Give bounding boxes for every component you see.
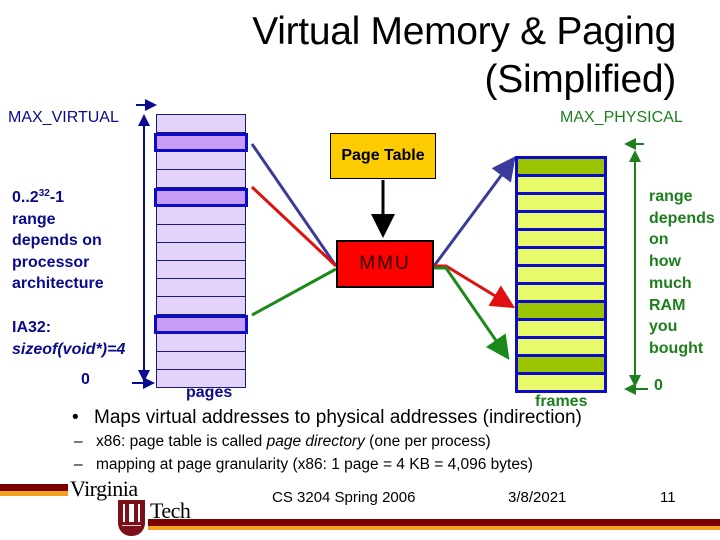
virtual-page	[156, 352, 246, 370]
virtual-page	[156, 207, 246, 225]
footer-bar-right-orange	[148, 526, 720, 530]
physical-frame-mapped	[518, 357, 604, 372]
physical-range-line: how	[649, 253, 681, 271]
virtual-range-line: range	[12, 210, 56, 228]
virtual-range-line: processor	[12, 253, 90, 271]
virtual-page	[156, 243, 246, 261]
sub-bullet-dash: –	[74, 456, 83, 473]
physical-frame	[518, 213, 604, 228]
blue-mapping-virtual-to-mmu	[250, 143, 338, 267]
physical-range-line: bought	[649, 339, 704, 357]
logo-word-tech: Tech	[150, 498, 191, 523]
footer-date: 3/8/2021	[508, 489, 567, 506]
sub-bullet-dash: –	[74, 433, 83, 450]
physical-frame	[518, 339, 604, 354]
red-mapping-virtual-to-mmu	[250, 185, 338, 268]
physical-frame	[518, 249, 604, 264]
virtual-page-mapped	[154, 315, 248, 334]
green-mapping-virtual-to-mmu	[251, 267, 337, 317]
virtual-range-expression: 0..232-1	[12, 183, 104, 209]
sub-bullet-1-italic: page directory	[266, 433, 365, 450]
virtual-range-line: architecture	[12, 275, 104, 292]
max-physical-label: MAX_PHYSICAL	[560, 109, 683, 126]
range-suffix: -1	[49, 189, 65, 206]
physical-frame	[518, 375, 604, 390]
physical-range-line: depends	[649, 209, 715, 227]
footer-bar-right-maroon	[148, 519, 720, 526]
mmu-box: MMU	[336, 240, 434, 288]
virtual-range-description: 0..232-1 range depends on processor arch…	[12, 183, 104, 295]
sub-bullet-1-text: x86: page table is called	[96, 433, 267, 450]
sub-bullet-1: – x86: page table is called page director…	[74, 431, 491, 453]
virtual-range-line: depends on	[12, 232, 102, 249]
physical-frame	[518, 285, 604, 300]
ia32-note: IA32: sizeof(void*)=4	[12, 317, 125, 360]
physical-range-description: range depends on how much RAM you bought	[649, 186, 715, 360]
virtual-page-mapped	[154, 188, 248, 207]
ia32-label: IA32:	[12, 319, 52, 336]
physical-frames-column	[515, 156, 607, 393]
virtual-page	[156, 170, 246, 188]
footer-page-number: 11	[660, 489, 676, 506]
physical-range-line: on	[649, 231, 669, 249]
pages-label: pages	[186, 384, 233, 401]
virtual-pages-column	[154, 114, 248, 388]
sub-bullet-2: – mapping at page granularity (x86: 1 pag…	[74, 454, 533, 476]
physical-frame-mapped	[518, 159, 604, 174]
physical-frame	[518, 177, 604, 192]
virtual-page	[156, 334, 246, 352]
physical-frame-mapped	[518, 303, 604, 318]
virtual-page	[156, 279, 246, 297]
footer-bar-left-orange	[0, 491, 68, 496]
red-mapping-mmu-to-frame	[434, 264, 516, 309]
physical-range-line: much	[649, 274, 692, 292]
blue-mapping-mmu-to-frame	[432, 156, 516, 267]
footer-bar-left-maroon	[0, 484, 68, 491]
bullet-dot: •	[72, 407, 79, 428]
footer-course: CS 3204 Spring 2006	[272, 489, 416, 506]
virtual-page	[156, 152, 246, 170]
physical-zero-label: 0	[654, 377, 663, 394]
sub-bullet-1-post: (one per process)	[364, 433, 491, 450]
virtual-zero-label: 0	[81, 371, 90, 388]
vt-shield-icon	[118, 500, 145, 536]
physical-frame	[518, 321, 604, 336]
physical-range-line: range	[649, 188, 693, 205]
logo-word-virginia: Virginia	[70, 476, 138, 501]
bullet-main: • Maps virtual addresses to physical addr…	[72, 406, 582, 430]
virtual-page	[156, 225, 246, 243]
physical-frame	[518, 195, 604, 210]
bullet-main-text: Maps virtual addresses to physical addre…	[94, 407, 582, 428]
sub-bullet-2-text: mapping at page granularity (x86: 1 page…	[96, 456, 533, 473]
mmu-label: MMU	[359, 253, 411, 274]
physical-frame	[518, 267, 604, 282]
virtual-page	[156, 114, 246, 133]
virtual-page	[156, 261, 246, 279]
page-table-box: Page Table	[330, 133, 436, 179]
sizeof-label: sizeof(void*)=4	[12, 340, 126, 358]
page-table-label: Page Table	[341, 147, 425, 164]
max-virtual-label: MAX_VIRTUAL	[8, 109, 119, 126]
range-exponent: 32	[38, 188, 50, 199]
virtual-page	[156, 297, 246, 315]
range-base: 0..2	[12, 189, 39, 206]
physical-range-line: RAM	[649, 296, 686, 314]
physical-range-line: you	[649, 318, 678, 336]
physical-frame	[518, 231, 604, 246]
virtual-page-mapped	[154, 133, 248, 152]
